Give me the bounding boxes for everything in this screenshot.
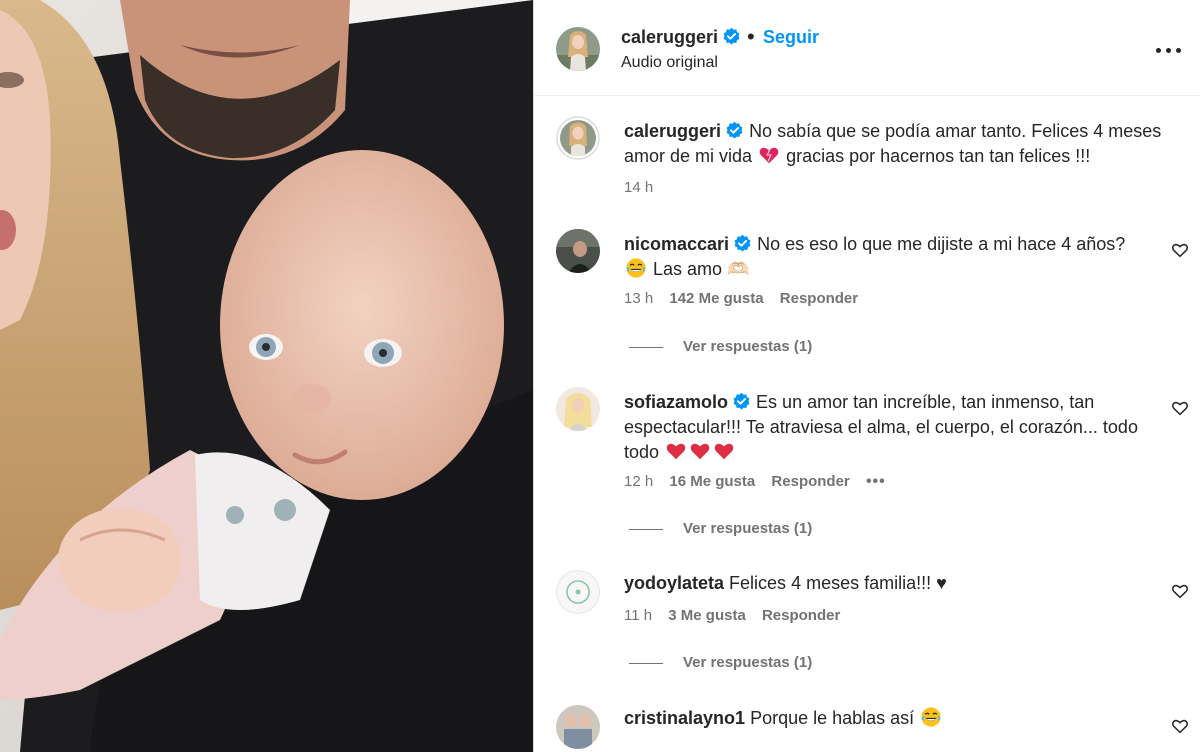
caption-time[interactable]: 14 h	[624, 179, 653, 196]
reply-button[interactable]: Responder	[780, 290, 858, 307]
post-header: caleruggeri • Seguir Audio original	[534, 0, 1200, 96]
comment-meta: 13 h 142 Me gusta Responder	[624, 290, 870, 307]
red-heart-emoji	[665, 440, 687, 462]
comment-username[interactable]: sofiazamolo	[624, 392, 728, 412]
commenter-avatar[interactable]	[556, 387, 600, 431]
red-heart-emoji	[713, 440, 735, 462]
post-media[interactable]	[0, 0, 533, 752]
view-replies-button[interactable]: Ver respuestas (1)	[629, 520, 812, 537]
author-username[interactable]: caleruggeri	[621, 27, 741, 48]
replies-line	[629, 346, 663, 348]
verified-badge-icon	[733, 234, 752, 253]
heart-outline-icon[interactable]	[1171, 582, 1189, 600]
comment-likes[interactable]: 16 Me gusta	[669, 473, 755, 490]
audio-link[interactable]: Audio original	[621, 54, 718, 72]
comment-username[interactable]: cristinalayno1	[624, 708, 745, 728]
comment-text: sofiazamolo Es un amor tan increíble, ta…	[624, 390, 1172, 465]
heart-outline-icon[interactable]	[1171, 399, 1189, 417]
comment-username[interactable]: yodoylateta	[624, 573, 724, 593]
heart-outline-icon[interactable]	[1171, 241, 1189, 259]
commenter-avatar[interactable]	[556, 570, 600, 614]
commenter-avatar[interactable]	[556, 705, 600, 749]
comment-body-2: Las amo 🫶🏻	[653, 259, 750, 279]
post-photo	[0, 0, 533, 752]
comment-meta: 11 h 3 Me gusta Responder	[624, 607, 852, 624]
verified-badge-icon	[722, 27, 741, 46]
comments-panel: caleruggeri • Seguir Audio original cale…	[534, 0, 1200, 752]
caption-meta: 14 h	[624, 179, 665, 196]
comment-username[interactable]: nicomaccari	[624, 234, 729, 254]
caption-text: caleruggeri No sabía que se podía amar t…	[624, 119, 1172, 169]
comment-meta: 12 h 16 Me gusta Responder •••	[624, 473, 898, 491]
comment-text: yodoylateta Felices 4 meses familia!!! ♥	[624, 571, 1172, 596]
caption-username[interactable]: caleruggeri	[624, 121, 721, 141]
reply-button[interactable]: Responder	[771, 473, 849, 490]
view-replies-label: Ver respuestas (1)	[683, 654, 813, 671]
comment-body-1: No es eso lo que me dijiste a mi hace 4 …	[757, 234, 1126, 254]
comment-likes[interactable]: 142 Me gusta	[669, 290, 763, 307]
heart-emoji	[758, 144, 780, 166]
tears-of-joy-emoji	[625, 257, 647, 279]
comment-time[interactable]: 12 h	[624, 473, 653, 490]
author-avatar[interactable]	[556, 27, 600, 71]
view-replies-label: Ver respuestas (1)	[683, 338, 813, 355]
follow-button[interactable]: Seguir	[763, 27, 819, 48]
view-replies-button[interactable]: Ver respuestas (1)	[629, 338, 812, 355]
comment-more-icon[interactable]: •••	[866, 473, 886, 490]
comment-body: Porque le hablas así	[750, 708, 915, 728]
commenter-avatar[interactable]	[556, 229, 600, 273]
tears-of-joy-emoji	[920, 706, 942, 728]
reply-button[interactable]: Responder	[762, 607, 840, 624]
comment-time[interactable]: 11 h	[624, 607, 652, 624]
caption-avatar[interactable]	[556, 116, 600, 160]
comment-body: Felices 4 meses familia!!! ♥	[729, 573, 947, 593]
comment-text: nicomaccari No es eso lo que me dijiste …	[624, 232, 1172, 282]
comment-time[interactable]: 13 h	[624, 290, 653, 307]
replies-line	[629, 662, 663, 664]
comment-text: cristinalayno1 Porque le hablas así	[624, 706, 1172, 731]
verified-badge-icon	[725, 121, 744, 140]
caption-body-2: gracias por hacernos tan tan felices !!!	[786, 146, 1091, 166]
comment-likes[interactable]: 3 Me gusta	[668, 607, 746, 624]
view-replies-button[interactable]: Ver respuestas (1)	[629, 654, 812, 671]
replies-line	[629, 528, 663, 530]
heart-outline-icon[interactable]	[1171, 717, 1189, 735]
verified-badge-icon	[732, 392, 751, 411]
separator-dot: •	[747, 24, 755, 49]
more-options-icon[interactable]	[1152, 38, 1186, 62]
red-heart-emoji	[689, 440, 711, 462]
view-replies-label: Ver respuestas (1)	[683, 520, 813, 537]
